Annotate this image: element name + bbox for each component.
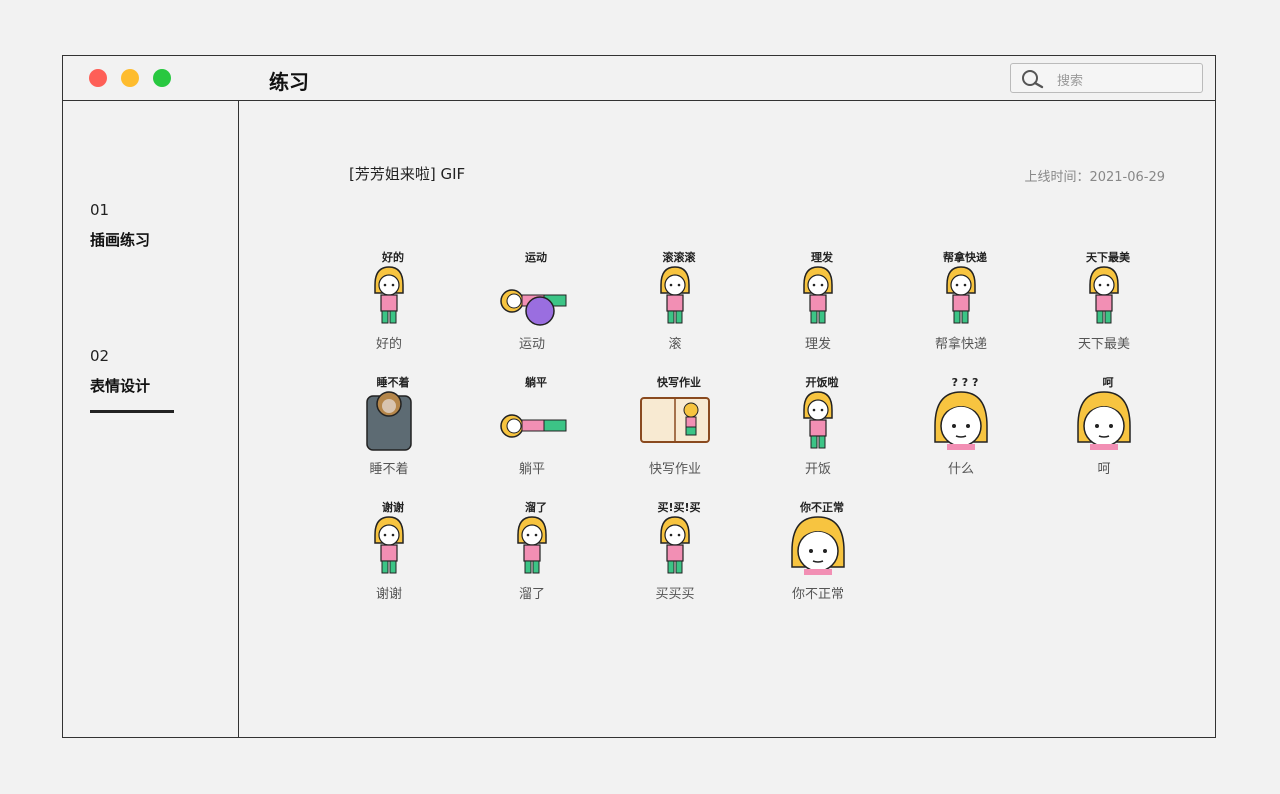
shopping-sticker-icon: 买!买!买 <box>625 499 725 579</box>
sticker-caption: 运动 <box>525 250 547 264</box>
sticker-caption: 快写作业 <box>656 375 701 389</box>
sticker-caption: 你不正常 <box>799 500 844 514</box>
sticker-label: 天下最美 <box>1077 337 1130 352</box>
sticker-label: 理发 <box>804 337 831 352</box>
go-away-sticker-icon: 滚滚滚 <box>625 249 725 329</box>
sticker-caption: 帮拿快递 <box>943 250 987 264</box>
heh-sticker-icon: 呵 <box>1054 374 1154 454</box>
sticker-caption: 躺平 <box>525 375 547 389</box>
sticker-item[interactable]: 呵 呵 <box>1054 374 1154 477</box>
main-content: [芳芳姐来啦] GIF 上线时间：2021-06-29 好的 好的 运动 运动 … <box>239 101 1215 737</box>
ok-sticker-icon: 好的 <box>339 249 439 329</box>
thanks-sticker-icon: 谢谢 <box>339 499 439 579</box>
sticker-caption: 开饭啦 <box>806 375 839 389</box>
app-window: 练习 搜索 01 插画练习 02 表情设计 [芳芳姐来啦] GIF 上线时间：2… <box>62 55 1216 738</box>
sticker-label: 谢谢 <box>375 587 402 602</box>
sticker-item[interactable]: 滚滚滚 滚 <box>625 249 725 352</box>
sidebar-item-illustration[interactable]: 01 插画练习 <box>90 201 150 250</box>
sidebar-item-number: 02 <box>90 347 110 365</box>
sticker-label: 买买买 <box>655 587 695 602</box>
cant-sleep-sticker-icon: 睡不着 <box>339 374 439 454</box>
exercise-sticker-icon: 运动 <box>482 249 582 329</box>
sticker-grid: 好的 好的 运动 运动 滚滚滚 滚 理发 理发 帮拿快递 帮拿快递 天下最美 天… <box>339 249 1197 602</box>
sticker-label: 你不正常 <box>791 587 844 602</box>
sticker-item[interactable]: 开饭啦 开饭 <box>768 374 868 477</box>
sticker-caption: 谢谢 <box>382 500 404 514</box>
search-placeholder: 搜索 <box>1057 74 1084 89</box>
sticker-item[interactable]: 天下最美 天下最美 <box>1054 249 1154 352</box>
sticker-caption: 滚滚滚 <box>663 250 697 264</box>
sticker-item[interactable]: 快写作业 快写作业 <box>625 374 725 477</box>
close-window-button[interactable] <box>89 69 107 87</box>
publish-date: 上线时间：2021-06-29 <box>1024 170 1165 185</box>
sticker-caption: ? ? ? <box>952 376 979 389</box>
active-indicator <box>90 410 174 413</box>
leaving-sticker-icon: 溜了 <box>482 499 582 579</box>
what-sticker-icon: ? ? ? <box>911 374 1011 454</box>
sticker-label: 快写作业 <box>648 462 701 477</box>
not-normal-sticker-icon: 你不正常 <box>768 499 868 579</box>
sticker-caption: 溜了 <box>525 500 547 514</box>
search-input[interactable]: 搜索 <box>1010 63 1203 93</box>
sticker-label: 滚 <box>668 337 682 352</box>
title-bar: 练习 搜索 <box>63 56 1215 101</box>
lie-flat-sticker-icon: 躺平 <box>482 374 582 454</box>
page-title: [芳芳姐来啦] GIF <box>349 165 466 183</box>
homework-sticker-icon: 快写作业 <box>625 374 725 454</box>
app-title: 练习 <box>269 70 309 94</box>
sticker-label: 睡不着 <box>369 462 409 477</box>
sidebar-item-label: 插画练习 <box>90 231 151 249</box>
sticker-label: 帮拿快递 <box>934 337 987 352</box>
minimize-window-button[interactable] <box>121 69 139 87</box>
haircut-sticker-icon: 理发 <box>768 249 868 329</box>
sticker-label: 溜了 <box>518 587 545 602</box>
zoom-window-button[interactable] <box>153 69 171 87</box>
sticker-item[interactable]: 买!买!买 买买买 <box>625 499 725 602</box>
sticker-item[interactable]: 睡不着 睡不着 <box>339 374 439 477</box>
sidebar-item-number: 01 <box>90 201 110 219</box>
sidebar: 01 插画练习 02 表情设计 <box>63 101 239 737</box>
sticker-label: 好的 <box>375 337 402 352</box>
sidebar-item-label: 表情设计 <box>90 377 151 395</box>
sticker-caption: 呵 <box>1103 376 1114 389</box>
sticker-item[interactable]: 帮拿快递 帮拿快递 <box>911 249 1011 352</box>
sticker-caption: 买!买!买 <box>657 501 700 514</box>
dinner-sticker-icon: 开饭啦 <box>768 374 868 454</box>
sticker-item[interactable]: 运动 运动 <box>482 249 582 352</box>
sticker-item[interactable]: ? ? ? 什么 <box>911 374 1011 477</box>
sticker-label: 躺平 <box>518 462 545 477</box>
sticker-item[interactable]: 好的 好的 <box>339 249 439 352</box>
sticker-label: 呵 <box>1097 462 1111 477</box>
sticker-caption: 理发 <box>811 250 834 264</box>
sticker-item[interactable]: 理发 理发 <box>768 249 868 352</box>
sticker-caption: 天下最美 <box>1086 250 1131 264</box>
most-beautiful-sticker-icon: 天下最美 <box>1054 249 1154 329</box>
sticker-item[interactable]: 你不正常 你不正常 <box>768 499 868 602</box>
sticker-label: 什么 <box>947 462 974 477</box>
sticker-caption: 好的 <box>381 250 404 264</box>
sidebar-item-emoji-design[interactable]: 02 表情设计 <box>90 347 174 413</box>
sticker-label: 开饭 <box>804 462 831 477</box>
delivery-sticker-icon: 帮拿快递 <box>911 249 1011 329</box>
sticker-item[interactable]: 谢谢 谢谢 <box>339 499 439 602</box>
sticker-label: 运动 <box>518 337 545 352</box>
sticker-item[interactable]: 躺平 躺平 <box>482 374 582 477</box>
sticker-caption: 睡不着 <box>377 375 410 389</box>
sticker-item[interactable]: 溜了 溜了 <box>482 499 582 602</box>
